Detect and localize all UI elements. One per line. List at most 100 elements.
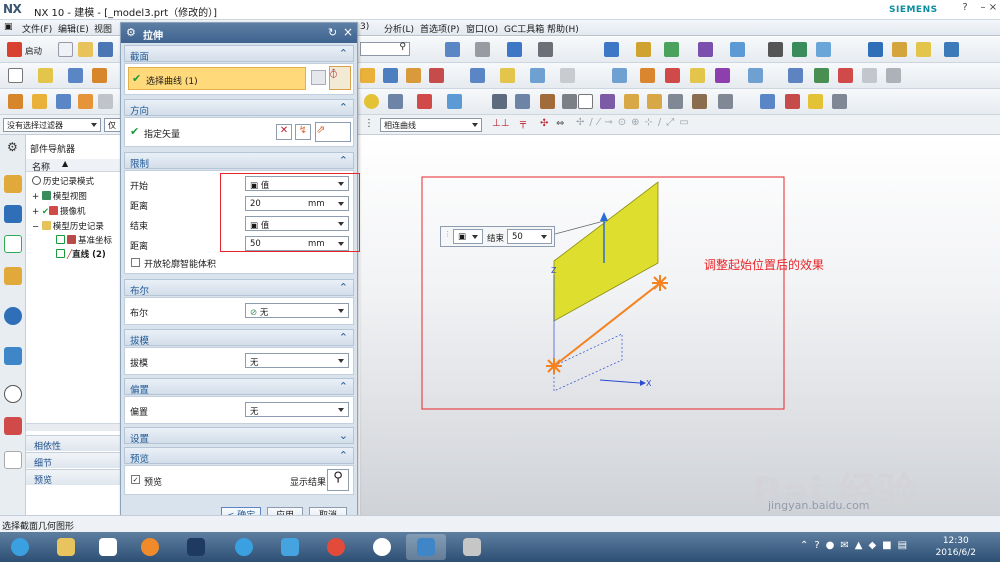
project-icon[interactable] [647, 94, 662, 109]
groove-icon[interactable] [98, 94, 113, 109]
hd3d-icon[interactable] [4, 307, 22, 325]
tree-item[interactable]: + ✔ 摄像机 [32, 205, 85, 217]
render-style-icon[interactable] [475, 42, 490, 57]
reverse-direction-icon[interactable]: ✕ [276, 124, 292, 140]
ie-task[interactable] [224, 534, 264, 560]
section-header-preview[interactable]: 预览 ⌃ [124, 447, 354, 465]
section-header-boolean[interactable]: 布尔 ⌃ [124, 279, 354, 297]
move-icon[interactable] [868, 42, 883, 57]
datum-icon[interactable] [38, 68, 53, 83]
paint-task[interactable] [452, 534, 492, 560]
process-studio-icon[interactable] [4, 451, 22, 469]
mirror-icon[interactable] [530, 68, 545, 83]
save-icon[interactable] [98, 42, 113, 57]
expand-icon[interactable]: ⌄ [339, 429, 348, 442]
menu-icon[interactable]: ▣ [4, 22, 13, 32]
helix-icon[interactable] [515, 94, 530, 109]
constraint-navigator-icon[interactable] [4, 205, 22, 223]
polygon-icon[interactable] [578, 94, 593, 109]
collapse-icon[interactable]: ⌃ [339, 47, 348, 60]
intersect-icon[interactable] [665, 68, 680, 83]
tree-item[interactable]: 基准坐标 [56, 234, 112, 246]
component-icon[interactable] [916, 42, 931, 57]
fit-view-icon[interactable] [445, 42, 460, 57]
subtract-icon[interactable] [640, 68, 655, 83]
history-icon[interactable] [4, 385, 22, 403]
snap-icon[interactable] [664, 42, 679, 57]
tray-icons[interactable]: ⌃?●✉▲◆■▤ [800, 540, 913, 551]
section-header-direction[interactable]: 方向 ⌃ [124, 99, 354, 117]
chamfer-icon[interactable] [383, 68, 398, 83]
start-orb[interactable] [2, 534, 38, 560]
show-result-icon[interactable]: ⚲ [327, 469, 349, 491]
collapse-icon[interactable]: ⌃ [339, 154, 348, 167]
text-icon[interactable] [540, 94, 555, 109]
menu-edit[interactable]: 编辑(E) [58, 22, 89, 35]
open-folder-icon[interactable] [78, 42, 93, 57]
menu-gc-toolbox[interactable]: GC工具箱 [504, 22, 544, 35]
checkbox-icon[interactable] [56, 235, 65, 244]
chrome-task[interactable] [316, 534, 356, 560]
preview-panel[interactable]: 预览 [26, 469, 122, 486]
reuse-icon[interactable] [944, 42, 959, 57]
app-task-2[interactable] [130, 534, 170, 560]
menu-insert[interactable]: 3) [360, 22, 369, 32]
offset-face-icon[interactable] [500, 68, 515, 83]
thicken-icon[interactable] [56, 94, 71, 109]
nx-task[interactable] [406, 534, 446, 560]
revolve-icon[interactable] [32, 94, 47, 109]
gear-icon[interactable]: ⚙ [126, 26, 136, 39]
pattern-curve-icon[interactable] [624, 94, 639, 109]
tree-item[interactable]: + 模型视图 [32, 190, 87, 202]
draft-select[interactable]: 无 [245, 353, 349, 368]
file-explorer-task[interactable] [46, 534, 86, 560]
layer-icon[interactable] [604, 42, 619, 57]
new-file-icon[interactable] [58, 42, 73, 57]
section-icon[interactable] [668, 94, 683, 109]
rule-icon[interactable]: ⋮ [364, 118, 374, 129]
background-icon[interactable] [538, 42, 553, 57]
reset-icon[interactable]: ↻ [328, 26, 337, 39]
measure-icon[interactable] [698, 42, 713, 57]
start-label[interactable]: 启动 [25, 45, 42, 57]
more-surface-icon[interactable] [886, 68, 901, 83]
dependencies-panel[interactable]: 相依性 [26, 435, 122, 452]
offset-curve-icon[interactable] [562, 94, 577, 109]
section-header-draft[interactable]: 拔模 ⌃ [124, 329, 354, 347]
section-header-settings[interactable]: 设置 ⌄ [124, 427, 354, 445]
hole-icon[interactable] [406, 68, 421, 83]
horizontal-scrollbar[interactable] [26, 423, 122, 431]
spline-icon[interactable] [492, 94, 507, 109]
section-header-offset[interactable]: 偏置 ⌃ [124, 378, 354, 396]
system-materials-icon[interactable] [4, 417, 22, 435]
edge-blend-icon[interactable] [360, 68, 375, 83]
tangent-icon[interactable]: ⊥⊥ [492, 118, 509, 129]
app-task-3[interactable] [270, 534, 310, 560]
extrude-icon[interactable] [8, 94, 23, 109]
photoshop-task[interactable] [176, 534, 216, 560]
assembly-icon[interactable] [792, 42, 807, 57]
gdt-icon[interactable] [692, 94, 707, 109]
settings-icon[interactable]: ⚙ [7, 140, 18, 154]
cylinder-icon[interactable] [92, 68, 107, 83]
arc-icon[interactable] [447, 94, 462, 109]
curve-icon[interactable]: ⦽ [329, 66, 351, 90]
curve-rule-select[interactable]: 相连曲线 [380, 118, 482, 132]
tree-item[interactable]: ╱直线 (2) [56, 248, 106, 260]
menu-view[interactable]: 视图 [94, 22, 112, 35]
sweep-icon[interactable] [862, 68, 877, 83]
app-task-1[interactable] [88, 534, 128, 560]
menu-analysis[interactable]: 分析(L) [384, 22, 414, 35]
section-header-limits[interactable]: 限制 ⌃ [124, 152, 354, 170]
graphics-window[interactable]: Z X 调整起始位置后的效果 ⋮ ▣ 结束 50 Bai 经验 jingyan.… [360, 135, 1000, 516]
vector-select-icon[interactable]: ⇗ [315, 122, 351, 142]
collapse-icon[interactable]: ⌃ [339, 380, 348, 393]
tree-item[interactable]: 历史记录模式 [32, 175, 94, 187]
collapse-icon[interactable]: ⌃ [339, 449, 348, 462]
reuse-library-icon[interactable] [4, 267, 22, 285]
point-icon[interactable] [388, 94, 403, 109]
collapse-icon[interactable]: ⌃ [339, 281, 348, 294]
type-filter[interactable]: 没有选择过滤器 [3, 118, 101, 132]
trim-icon[interactable] [470, 68, 485, 83]
bounded-plane-icon[interactable] [838, 68, 853, 83]
